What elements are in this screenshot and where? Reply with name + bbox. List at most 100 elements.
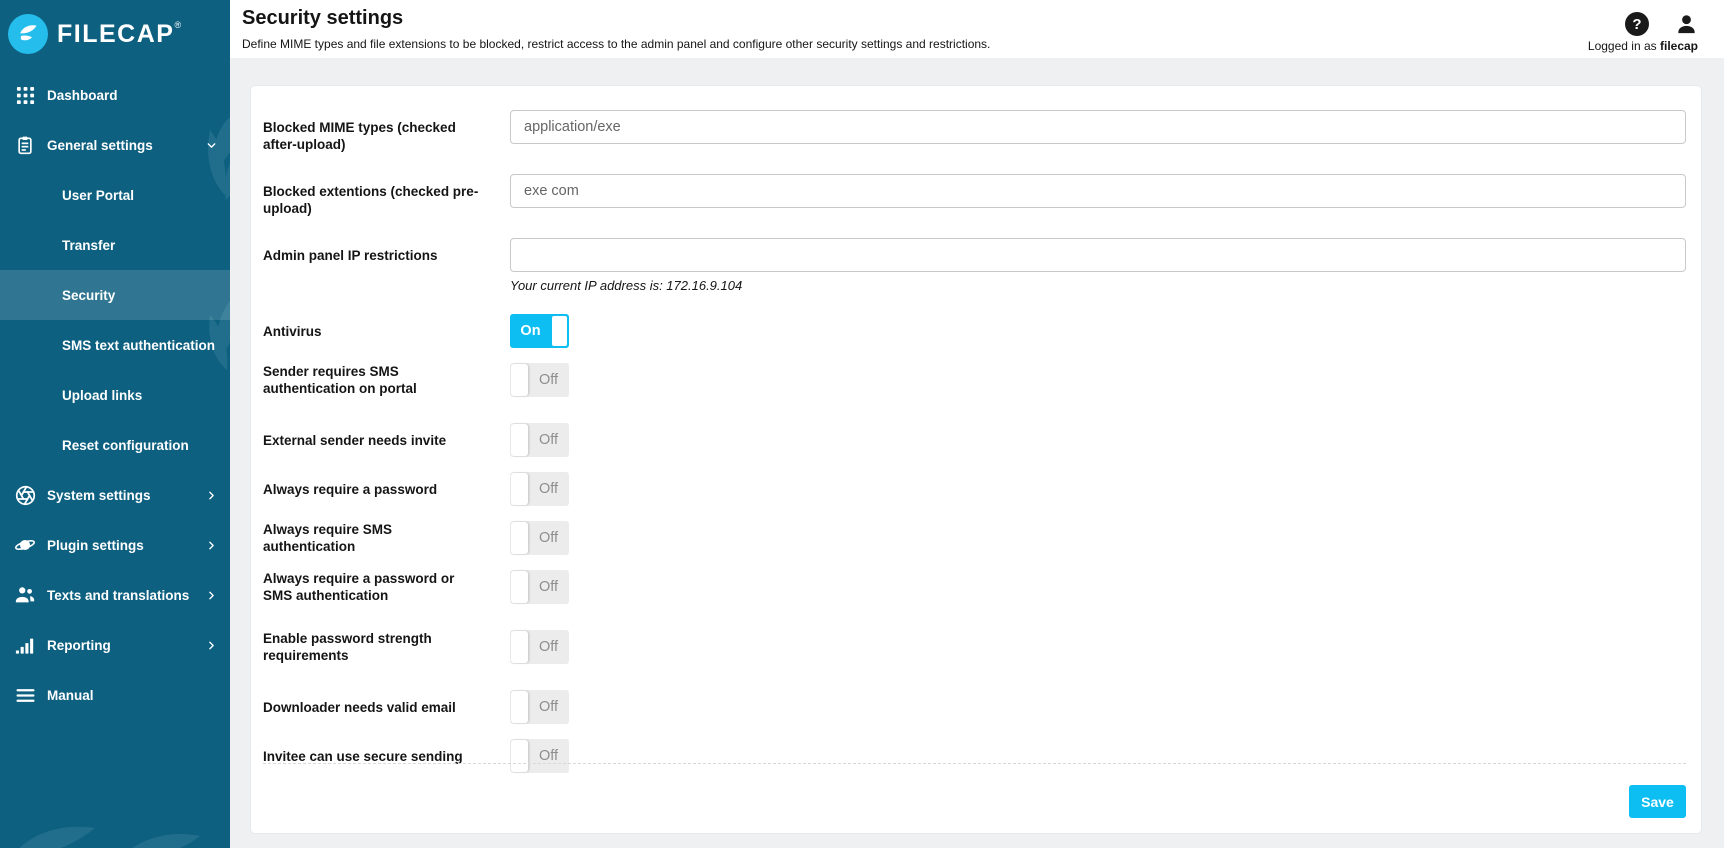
downloader-needs-valid-email-label: Downloader needs valid email (263, 699, 456, 715)
external-sender-needs-invite-control: Off (510, 423, 1686, 457)
sidebar-item-label: Texts and translations (47, 587, 190, 603)
content-area: Blocked MIME types (checked after-upload… (230, 58, 1724, 848)
username: filecap (1659, 39, 1698, 53)
always-require-password-toggle[interactable]: Off (510, 472, 569, 506)
blocked-extensions-label: Blocked extentions (checked pre-upload) (263, 184, 479, 216)
password-strength-requirements-label: Enable password strength requirements (263, 631, 432, 663)
sidebar-item-sms-text-authentication[interactable]: SMS text authentication (0, 320, 230, 370)
always-require-password-or-sms-label: Always require a password or SMS authent… (263, 571, 455, 603)
always-require-sms-toggle[interactable]: Off (510, 521, 569, 555)
sidebar-item-system-settings[interactable]: System settings (0, 470, 230, 520)
admin-ip-restrictions-hint: Your current IP address is: 172.16.9.104 (510, 278, 743, 293)
antivirus-label: Antivirus (263, 323, 322, 339)
blocked-mime-types-label: Blocked MIME types (checked after-upload… (263, 120, 456, 152)
sidebar-item-general-settings[interactable]: General settings (0, 120, 230, 170)
card-footer: Save (263, 763, 1686, 833)
toggle-state-label: Off (538, 699, 559, 715)
form-row-always-require-sms: Always require SMS authentication Off (263, 521, 1686, 555)
blocked-mime-types-input[interactable] (510, 110, 1686, 144)
toggle-knob (511, 473, 528, 505)
sidebar-item-plugin-settings[interactable]: Plugin settings (0, 520, 230, 570)
clipboard-icon (13, 135, 37, 155)
toggle-state-label: Off (538, 639, 559, 655)
sidebar-item-label: Plugin settings (47, 537, 144, 553)
blocked-extensions-input[interactable] (510, 174, 1686, 208)
form-row-admin-ip-restrictions: Admin panel IP restrictions Your current … (263, 238, 1686, 293)
filecap-logo-icon (8, 14, 48, 54)
sidebar-item-label: General settings (47, 137, 153, 153)
sidebar-item-label: Reporting (47, 637, 111, 653)
password-strength-requirements-toggle[interactable]: Off (510, 630, 569, 664)
help-icon[interactable]: ? (1625, 12, 1649, 36)
page-title: Security settings (242, 7, 404, 29)
toggle-state-label: Off (538, 432, 559, 448)
blocked-extensions-control (510, 174, 1686, 208)
toggle-state-label: Off (538, 530, 559, 546)
toggle-state-label: On (520, 323, 541, 339)
chevron-right-icon (205, 489, 218, 502)
sidebar-item-label: Manual (47, 687, 94, 703)
app-root: FILECAP® Dashboard General settings User P… (0, 0, 1724, 848)
chevron-right-icon (205, 639, 218, 652)
sender-requires-sms-on-portal-label: Sender requires SMS authentication on po… (263, 364, 417, 396)
settings-card: Blocked MIME types (checked after-upload… (250, 85, 1702, 834)
always-require-sms-control: Off (510, 521, 1686, 555)
sidebar-item-label: Security (62, 287, 116, 303)
admin-ip-restrictions-label: Admin panel IP restrictions (263, 248, 438, 263)
sidebar-item-dashboard[interactable]: Dashboard (0, 70, 230, 120)
antivirus-toggle[interactable]: On (510, 314, 569, 348)
users-icon (13, 584, 37, 606)
sidebar-item-user-portal[interactable]: User Portal (0, 170, 230, 220)
form-row-password-strength-requirements: Enable password strength requirements Off (263, 630, 1686, 664)
admin-ip-restrictions-control: Your current IP address is: 172.16.9.104 (510, 238, 1686, 293)
page-subtitle: Define MIME types and file extensions to… (242, 37, 991, 51)
sidebar-item-label: Transfer (62, 237, 116, 253)
external-sender-needs-invite-toggle[interactable]: Off (510, 423, 569, 457)
downloader-needs-valid-email-toggle[interactable]: Off (510, 690, 569, 724)
toggle-state-label: Off (538, 372, 559, 388)
always-require-password-or-sms-control: Off (510, 570, 1686, 604)
logged-in-text: Logged in as filecap (1587, 39, 1698, 53)
user-icon[interactable] (1675, 13, 1698, 36)
toggle-knob (511, 571, 528, 603)
main-area: Security settings Define MIME types and … (230, 0, 1724, 848)
sidebar: FILECAP® Dashboard General settings User P… (0, 0, 230, 848)
sender-requires-sms-on-portal-toggle[interactable]: Off (510, 363, 569, 397)
sidebar-item-security[interactable]: Security (0, 270, 230, 320)
save-button[interactable]: Save (1629, 785, 1686, 818)
sidebar-item-reset-configuration[interactable]: Reset configuration (0, 420, 230, 470)
always-require-password-or-sms-toggle[interactable]: Off (510, 570, 569, 604)
logo[interactable]: FILECAP® (0, 0, 230, 58)
sidebar-item-label: SMS text authentication (62, 337, 216, 353)
sidebar-item-manual[interactable]: Manual (0, 670, 230, 720)
brand-wordmark: FILECAP® (57, 20, 182, 48)
sidebar-item-label: Reset configuration (62, 437, 189, 453)
always-require-password-control: Off (510, 472, 1686, 506)
sidebar-item-upload-links[interactable]: Upload links (0, 370, 230, 420)
blocked-mime-types-control (510, 110, 1686, 144)
aperture-icon (13, 485, 37, 506)
form-row-sender-requires-sms-on-portal: Sender requires SMS authentication on po… (263, 363, 1686, 397)
form-row-downloader-needs-valid-email: Downloader needs valid email Off (263, 690, 1686, 724)
sidebar-nav: Dashboard General settings User Portal Tran… (0, 70, 230, 720)
planet-icon (13, 534, 37, 556)
settings-form: Blocked MIME types (checked after-upload… (263, 110, 1686, 773)
menu-icon (13, 685, 37, 706)
sidebar-item-reporting[interactable]: Reporting (0, 620, 230, 670)
chevron-right-icon (205, 589, 218, 602)
form-row-external-sender-needs-invite: External sender needs invite Off (263, 423, 1686, 457)
sidebar-item-transfer[interactable]: Transfer (0, 220, 230, 270)
form-row-antivirus: Antivirus On (263, 314, 1686, 348)
sidebar-item-label: Dashboard (47, 87, 118, 103)
admin-ip-restrictions-input[interactable] (510, 238, 1686, 272)
sidebar-item-texts-and-translations[interactable]: Texts and translations (0, 570, 230, 620)
form-row-blocked-mime-types: Blocked MIME types (checked after-upload… (263, 110, 1686, 153)
toggle-knob (511, 631, 528, 663)
toggle-knob (551, 315, 568, 347)
form-row-blocked-extensions: Blocked extentions (checked pre-upload) (263, 174, 1686, 217)
toggle-state-label: Off (538, 481, 559, 497)
form-row-always-require-password: Always require a password Off (263, 472, 1686, 506)
antivirus-control: On (510, 314, 1686, 348)
always-require-sms-label: Always require SMS authentication (263, 522, 393, 554)
toggle-knob (511, 364, 528, 396)
